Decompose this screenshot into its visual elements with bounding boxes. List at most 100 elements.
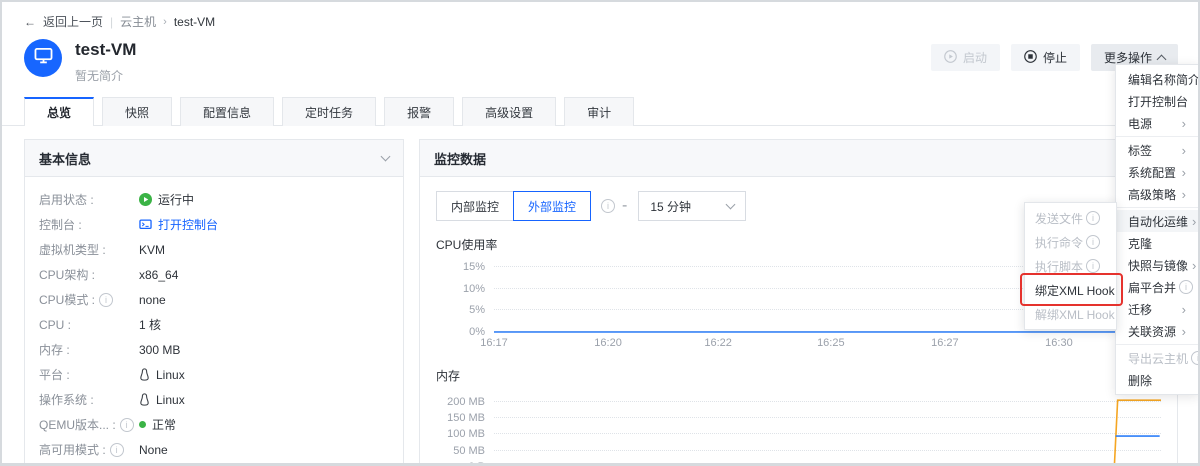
submenu-arrow-icon: › bbox=[1182, 143, 1186, 158]
y-tick-label: 10% bbox=[463, 283, 485, 295]
monitor-header: 监控数据 bbox=[420, 140, 1177, 177]
info-label: CPU模式 :i bbox=[39, 291, 139, 308]
tab-配置信息[interactable]: 配置信息 bbox=[180, 97, 274, 126]
tab-总览[interactable]: 总览 bbox=[24, 97, 94, 126]
submenu-arrow-icon: › bbox=[1192, 258, 1196, 273]
monitor-toggle-内部监控[interactable]: 内部监控 bbox=[436, 191, 514, 221]
x-tick-label: 16:30 bbox=[1045, 337, 1073, 349]
y-tick-label: 5% bbox=[469, 304, 485, 316]
info-label-text: 高可用模式 : bbox=[39, 441, 106, 458]
info-icon[interactable]: i bbox=[110, 443, 124, 457]
info-icon[interactable]: i bbox=[120, 418, 134, 432]
y-tick-label: 100 MB bbox=[447, 428, 485, 440]
info-label: 控制台 : bbox=[39, 216, 139, 233]
breadcrumb-divider: | bbox=[110, 15, 113, 29]
menu-item-标签[interactable]: 标签 › bbox=[1116, 139, 1198, 161]
info-label-text: CPU架构 : bbox=[39, 266, 95, 283]
monitor-toggle-外部监控[interactable]: 外部监控 bbox=[513, 191, 591, 221]
menu-item-text: 自动化运维 bbox=[1128, 213, 1188, 230]
menu-separator bbox=[1116, 136, 1198, 137]
menu-item-text: 电源 bbox=[1128, 115, 1152, 132]
menu-item-label: 删除 bbox=[1128, 372, 1152, 389]
submenu-item-text: 解绑XML Hook bbox=[1035, 306, 1115, 323]
info-value-text: 300 MB bbox=[139, 343, 180, 357]
tab-报警[interactable]: 报警 bbox=[384, 97, 454, 126]
info-row-启用状态: 启用状态 : 运行中 bbox=[39, 187, 389, 212]
submenu-item-text: 执行命令 bbox=[1035, 234, 1083, 251]
info-row-QEMU版本...: QEMU版本... : i 正常 bbox=[39, 412, 389, 437]
info-label: 平台 : bbox=[39, 366, 139, 383]
tab-高级设置[interactable]: 高级设置 bbox=[462, 97, 556, 126]
info-label-text: QEMU版本... : bbox=[39, 416, 116, 433]
tab-快照[interactable]: 快照 bbox=[102, 97, 172, 126]
menu-item-扁平合并[interactable]: 扁平合并i bbox=[1116, 276, 1198, 298]
stop-icon bbox=[1024, 50, 1037, 66]
info-row-操作系统: 操作系统 :Linux bbox=[39, 387, 389, 412]
info-value-text: none bbox=[139, 293, 166, 307]
y-tick-label: 150 MB bbox=[447, 412, 485, 424]
menu-item-label: 自动化运维 bbox=[1128, 213, 1188, 230]
info-icon[interactable]: i bbox=[1191, 351, 1200, 365]
tab-label: 快照 bbox=[125, 104, 149, 121]
tab-bar: 总览 快照 配置信息 定时任务报警高级设置审计 bbox=[2, 97, 1198, 126]
menu-item-高级策略[interactable]: 高级策略› bbox=[1116, 183, 1198, 205]
stop-button[interactable]: 停止 bbox=[1011, 44, 1080, 71]
menu-item-删除[interactable]: 删除 bbox=[1116, 369, 1198, 391]
info-icon[interactable]: i bbox=[1086, 235, 1100, 249]
start-button: 启动 bbox=[931, 44, 1000, 71]
info-value: Linux bbox=[139, 393, 185, 407]
menu-item-打开控制台[interactable]: 打开控制台 bbox=[1116, 90, 1198, 112]
submenu-item-绑定XML Hook[interactable]: 绑定XML Hook bbox=[1025, 278, 1116, 302]
content: 基本信息 启用状态 :运行中控制台 :打开控制台虚拟机类型 :KVMCPU架构 … bbox=[2, 126, 1198, 466]
menu-item-label: 标签 bbox=[1128, 142, 1152, 159]
tab-审计[interactable]: 审计 bbox=[564, 97, 634, 126]
submenu-item-text: 执行脚本 bbox=[1035, 258, 1083, 275]
menu-item-克隆[interactable]: 克隆 bbox=[1116, 232, 1198, 254]
submenu-item-text: 发送文件 bbox=[1035, 210, 1083, 227]
y-tick-label: 50 MB bbox=[453, 445, 485, 457]
info-icon[interactable]: i bbox=[1179, 280, 1193, 294]
tab-label: 配置信息 bbox=[203, 104, 251, 121]
info-value-text: 正常 bbox=[152, 416, 176, 433]
basic-info-body: 启用状态 :运行中控制台 :打开控制台虚拟机类型 :KVMCPU架构 :x86_… bbox=[25, 177, 403, 466]
time-range-select[interactable]: 15 分钟 bbox=[638, 191, 746, 221]
tab-label: 总览 bbox=[47, 104, 71, 121]
info-value-text: x86_64 bbox=[139, 268, 178, 282]
menu-item-关联资源[interactable]: 关联资源› bbox=[1116, 320, 1198, 342]
menu-item-系统配置[interactable]: 系统配置› bbox=[1116, 161, 1198, 183]
info-icon[interactable]: i bbox=[1086, 259, 1100, 273]
info-value[interactable]: 打开控制台 bbox=[139, 216, 218, 233]
menu-item-编辑名称简介[interactable]: 编辑名称简介 bbox=[1116, 68, 1198, 90]
submenu-item-执行脚本: 执行脚本i bbox=[1025, 254, 1116, 278]
x-tick-label: 16:20 bbox=[594, 337, 622, 349]
menu-item-自动化运维[interactable]: 自动化运维› bbox=[1116, 210, 1198, 232]
chevron-up-icon bbox=[1157, 54, 1167, 64]
menu-item-text: 编辑名称简介 bbox=[1128, 71, 1200, 88]
info-row-高可用模式: 高可用模式 :iNone bbox=[39, 437, 389, 462]
page-title: test-VM bbox=[75, 40, 136, 60]
info-label-text: 启用状态 : bbox=[39, 191, 94, 208]
breadcrumb-section-link[interactable]: 云主机 bbox=[120, 13, 156, 30]
info-icon[interactable]: i bbox=[99, 293, 113, 307]
breadcrumb-back-link[interactable]: 返回上一页 bbox=[43, 13, 103, 30]
x-tick-label: 16:17 bbox=[480, 337, 508, 349]
collapse-chevron-icon[interactable] bbox=[381, 152, 391, 162]
menu-item-label: 高级策略 bbox=[1128, 186, 1176, 203]
monitor-title: 监控数据 bbox=[434, 149, 486, 168]
info-icon[interactable]: i bbox=[601, 199, 615, 213]
basic-info-panel: 基本信息 启用状态 :运行中控制台 :打开控制台虚拟机类型 :KVMCPU架构 … bbox=[24, 139, 404, 466]
info-value: 运行中 bbox=[139, 191, 194, 208]
back-arrow-icon[interactable]: ← bbox=[24, 15, 36, 29]
menu-item-电源[interactable]: 电源› bbox=[1116, 112, 1198, 134]
menu-item-快照与镜像[interactable]: 快照与镜像› bbox=[1116, 254, 1198, 276]
tab-定时任务[interactable]: 定时任务 bbox=[282, 97, 376, 126]
dash-separator: - bbox=[622, 197, 627, 215]
chart-title: 内存 bbox=[436, 367, 1161, 384]
breadcrumb: ← 返回上一页 | 云主机 › test-VM bbox=[2, 2, 1198, 30]
menu-item-label: 关联资源 bbox=[1128, 323, 1176, 340]
menu-item-迁移[interactable]: 迁移› bbox=[1116, 298, 1198, 320]
y-tick-label: 200 MB bbox=[447, 396, 485, 408]
info-icon[interactable]: i bbox=[1086, 211, 1100, 225]
info-value: KVM bbox=[139, 243, 165, 257]
info-row-平台: 平台 :Linux bbox=[39, 362, 389, 387]
